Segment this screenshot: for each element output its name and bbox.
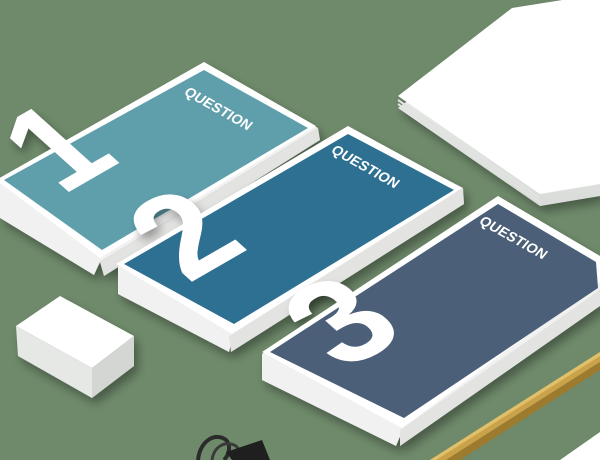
photo-scene: QUESTION 1 QUESTION 2 QUESTION 3 <box>0 0 600 460</box>
scene-svg: QUESTION 1 QUESTION 2 QUESTION 3 <box>0 0 600 460</box>
